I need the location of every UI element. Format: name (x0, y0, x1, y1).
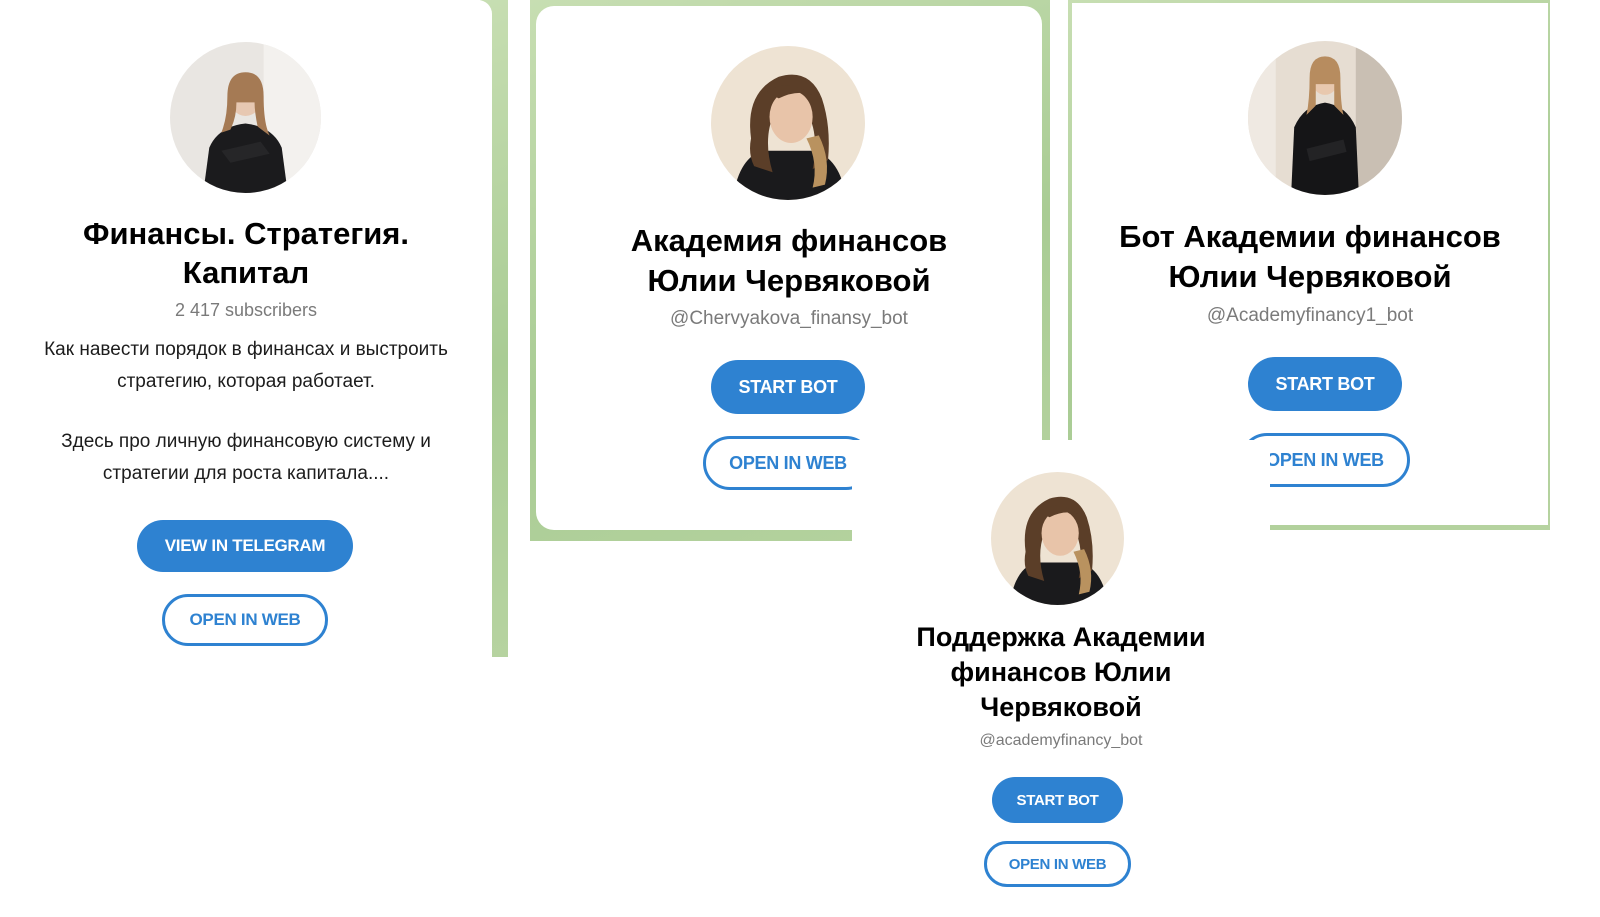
bot-card-support: Поддержка Академии финансов Юлии Червяко… (852, 440, 1270, 917)
channel-card: Финансы. Стратегия. Капитал 2 417 subscr… (0, 0, 492, 657)
open-in-web-button[interactable]: OPEN IN WEB (984, 841, 1131, 887)
start-bot-button[interactable]: START BOT (1248, 357, 1402, 411)
avatar-photo-icon (1248, 41, 1402, 195)
channel-subscribers: 2 417 subscribers (174, 300, 318, 320)
bot-title: Академия финансов Юлии Червяковой (630, 223, 948, 298)
bot-title: Поддержка Академии финансов Юлии Червяко… (916, 622, 1206, 722)
channel-title: Финансы. Стратегия. Капитал (83, 216, 409, 290)
channel-description-1: Как навести порядок в финансах и выстрои… (44, 339, 448, 392)
bot-avatar (991, 472, 1124, 605)
view-in-telegram-button[interactable]: VIEW IN TELEGRAM (137, 520, 353, 572)
avatar-photo-icon (711, 46, 865, 200)
avatar-photo-icon (170, 42, 321, 193)
bot-title: Бот Академии финансов Юлии Червяковой (1119, 219, 1501, 294)
start-bot-button[interactable]: START BOT (992, 777, 1123, 823)
bot-username: @academyfinancy_bot (979, 732, 1143, 749)
open-in-web-button[interactable]: OPEN IN WEB (703, 436, 873, 490)
avatar-photo-icon (991, 472, 1124, 605)
channel-avatar (170, 42, 321, 193)
bot-username: @Chervyakova_finansy_bot (670, 308, 908, 329)
open-in-web-button[interactable]: OPEN IN WEB (162, 594, 328, 646)
channel-description-2: Здесь про личную финансовую систему и ст… (61, 431, 431, 484)
start-bot-button[interactable]: START BOT (711, 360, 865, 414)
bot-avatar (711, 46, 865, 200)
bot-username: @Academyfinancy1_bot (1206, 305, 1414, 326)
bot-avatar (1248, 41, 1402, 195)
